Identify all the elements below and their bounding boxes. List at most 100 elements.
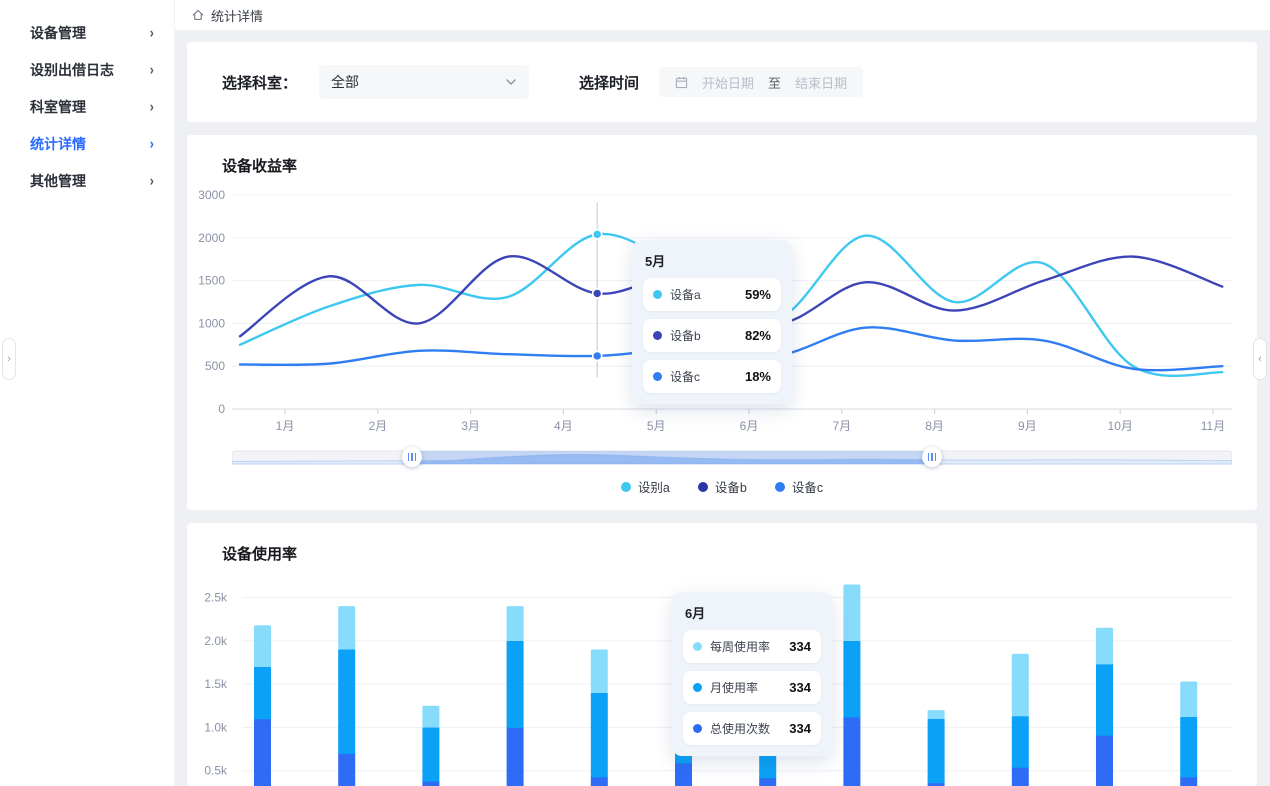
legend-item-series-b[interactable]: 设备b [698, 477, 747, 496]
sidebar: 设备管理 › 设别出借日志 › 科室管理 › 统计详情 › 其他管理 › [0, 0, 175, 786]
y-axis-labels: 30002000150010005000 [198, 188, 225, 416]
bar-segment-总使用次数[interactable] [591, 777, 608, 786]
bar-segment-每周使用率[interactable] [928, 710, 945, 719]
grid-lines [242, 598, 1232, 771]
datazoom-left-handle[interactable] [402, 447, 422, 467]
department-filter-label: 选择科室： [222, 72, 297, 93]
bar-segment-总使用次数[interactable] [843, 717, 860, 786]
bar-segment-每周使用率[interactable] [759, 718, 776, 728]
chevron-left-icon: ‹ [1258, 353, 1262, 365]
main-content: 统计详情 选择科室： 全部 选择时间 开始日期 至 结束日期 设备收益率 300… [175, 0, 1270, 786]
legend-color-dot [775, 482, 785, 492]
legend-label: 设别a [638, 477, 670, 496]
usage-bar-chart[interactable]: 2.5k 2.0k 1.5k 1.0k 0.5k [187, 523, 1257, 786]
bar-segment-月使用率[interactable] [1096, 664, 1113, 736]
sidebar-item-statistics-detail[interactable]: 统计详情 › [0, 125, 174, 162]
sidebar-item-department-management[interactable]: 科室管理 › [0, 88, 174, 125]
sidebar-item-device-management[interactable]: 设备管理 › [0, 14, 174, 51]
bar-segment-总使用次数[interactable] [1180, 777, 1197, 786]
bar-segment-月使用率[interactable] [675, 719, 692, 764]
bar-segment-月使用率[interactable] [507, 641, 524, 728]
chevron-right-icon: › [7, 353, 11, 365]
sidebar-expand-button[interactable]: › [2, 338, 16, 380]
bar-segment-每周使用率[interactable] [422, 706, 439, 728]
breadcrumb[interactable]: 统计详情 [175, 0, 1270, 30]
hover-point-dot [593, 230, 602, 239]
sidebar-item-label: 其他管理 [30, 171, 86, 191]
date-range-separator: 至 [768, 73, 781, 92]
date-range-picker[interactable]: 开始日期 至 结束日期 [659, 67, 863, 97]
legend-item-series-a[interactable]: 设别a [621, 477, 670, 496]
usage-chart-card: 设备使用率 2.5k2.0k1.5k1.0k0.5k 6月 每周使用率 334 … [187, 523, 1257, 786]
sidebar-item-other-management[interactable]: 其他管理 › [0, 162, 174, 199]
bar-segment-每周使用率[interactable] [591, 649, 608, 692]
bar-segment-月使用率[interactable] [1012, 716, 1029, 768]
sidebar-item-label: 科室管理 [30, 97, 86, 117]
datazoom-track[interactable] [232, 448, 1232, 468]
revenue-chart-card: 设备收益率 300020001500100050001月2月3月4月5月6月7月… [187, 135, 1257, 510]
bar-segment-每周使用率[interactable] [254, 625, 271, 667]
bar-segment-每周使用率[interactable] [675, 686, 692, 719]
sidebar-item-lending-log[interactable]: 设别出借日志 › [0, 51, 174, 88]
svg-text:10月: 10月 [1108, 419, 1133, 433]
panel-collapse-button[interactable]: ‹ [1253, 338, 1267, 380]
bar-segment-月使用率[interactable] [591, 693, 608, 778]
bar-segment-总使用次数[interactable] [759, 778, 776, 786]
svg-text:1.0k: 1.0k [204, 720, 228, 734]
bar-segment-月使用率[interactable] [338, 649, 355, 753]
bar-segment-总使用次数[interactable] [422, 781, 439, 786]
svg-text:2.5k: 2.5k [204, 591, 228, 605]
chevron-right-icon: › [150, 172, 154, 189]
x-axis-labels: 1月2月3月4月5月6月7月8月9月10月11月 [276, 409, 1226, 433]
start-date-input[interactable]: 开始日期 [702, 73, 754, 92]
line-series-设备c [240, 327, 1222, 370]
bar-segment-每周使用率[interactable] [338, 606, 355, 649]
bar-segment-总使用次数[interactable] [254, 719, 271, 786]
department-select-value: 全部 [331, 72, 359, 92]
svg-text:2.0k: 2.0k [204, 634, 228, 648]
legend-label: 设备b [715, 477, 747, 496]
chevron-right-icon: › [150, 98, 154, 115]
bar-segment-每周使用率[interactable] [1012, 654, 1029, 716]
legend-item-series-c[interactable]: 设备c [775, 477, 823, 496]
bar-segment-月使用率[interactable] [422, 727, 439, 781]
bar-segment-总使用次数[interactable] [1012, 767, 1029, 786]
svg-text:9月: 9月 [1018, 419, 1037, 433]
svg-text:0: 0 [218, 402, 225, 416]
svg-text:7月: 7月 [832, 419, 851, 433]
end-date-input[interactable]: 结束日期 [795, 73, 847, 92]
bar-segment-总使用次数[interactable] [675, 763, 692, 786]
bar-segment-每周使用率[interactable] [507, 606, 524, 641]
time-filter-label: 选择时间 [579, 72, 639, 93]
sidebar-item-label: 统计详情 [30, 134, 86, 154]
bar-segment-月使用率[interactable] [1180, 717, 1197, 777]
svg-text:500: 500 [205, 359, 225, 373]
chevron-right-icon: › [150, 61, 154, 78]
svg-text:4月: 4月 [554, 419, 573, 433]
svg-text:1.5k: 1.5k [204, 677, 228, 691]
bar-segment-每周使用率[interactable] [1096, 628, 1113, 664]
legend-color-dot [698, 482, 708, 492]
sidebar-item-label: 设备管理 [30, 23, 86, 43]
svg-text:11月: 11月 [1201, 419, 1225, 433]
datazoom-slider[interactable] [232, 448, 1232, 468]
bar-segment-月使用率[interactable] [759, 727, 776, 778]
department-select[interactable]: 全部 [319, 65, 529, 99]
svg-text:3月: 3月 [461, 419, 480, 433]
bar-segment-月使用率[interactable] [254, 667, 271, 719]
bar-segment-总使用次数[interactable] [338, 753, 355, 786]
bar-segment-总使用次数[interactable] [507, 727, 524, 786]
sidebar-item-label: 设别出借日志 [30, 60, 114, 80]
y-axis-labels: 2.5k 2.0k 1.5k 1.0k 0.5k [204, 591, 228, 778]
bar-segment-每周使用率[interactable] [1180, 682, 1197, 718]
bar-segment-月使用率[interactable] [843, 641, 860, 718]
bar-segment-总使用次数[interactable] [1096, 735, 1113, 786]
bar-segment-月使用率[interactable] [928, 719, 945, 784]
chevron-right-icon: › [150, 24, 154, 41]
chart-legend: 设别a 设备b 设备c [187, 477, 1257, 496]
datazoom-right-handle[interactable] [922, 447, 942, 467]
breadcrumb-label: 统计详情 [211, 6, 263, 25]
svg-text:2月: 2月 [368, 419, 387, 433]
bar-segment-每周使用率[interactable] [843, 585, 860, 641]
svg-text:0.5k: 0.5k [204, 764, 228, 778]
